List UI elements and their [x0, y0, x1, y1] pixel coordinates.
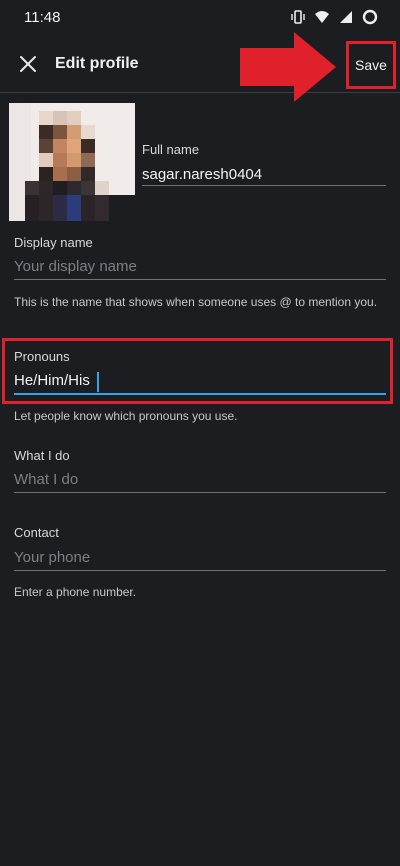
status-bar: 11:48 [0, 0, 400, 34]
wifi-icon [314, 9, 330, 25]
vibrate-icon [290, 9, 306, 25]
what-i-do-label: What I do [14, 448, 70, 463]
pronouns-helper: Let people know which pronouns you use. [14, 409, 238, 423]
save-button[interactable]: Save [346, 41, 396, 89]
display-name-underline [14, 279, 386, 280]
display-name-field[interactable] [14, 258, 384, 275]
contact-field[interactable] [14, 549, 384, 566]
close-button[interactable] [14, 50, 42, 78]
app-bar: Edit profile Save [0, 34, 400, 93]
signal-icon [338, 9, 354, 25]
status-icons [290, 9, 378, 25]
pronouns-field[interactable]: He/Him/His [14, 372, 90, 389]
text-cursor [97, 372, 99, 392]
display-name-label: Display name [14, 235, 93, 250]
full-name-label: Full name [142, 142, 200, 157]
annotation-arrow [240, 32, 336, 102]
battery-icon [362, 9, 378, 25]
full-name-field[interactable]: sagar.naresh0404 [142, 166, 262, 183]
pronouns-underline [14, 393, 386, 395]
contact-label: Contact [14, 525, 59, 540]
display-name-helper: This is the name that shows when someone… [14, 295, 378, 309]
contact-helper: Enter a phone number. [14, 585, 137, 599]
close-icon [20, 56, 36, 72]
full-name-underline [142, 185, 386, 186]
pronouns-label: Pronouns [14, 349, 70, 364]
status-time: 11:48 [24, 9, 61, 26]
avatar-image [9, 103, 135, 221]
what-i-do-field[interactable] [14, 471, 384, 488]
avatar[interactable] [9, 103, 135, 221]
contact-underline [14, 570, 386, 571]
what-i-do-underline [14, 492, 386, 493]
page-title: Edit profile [55, 55, 139, 72]
